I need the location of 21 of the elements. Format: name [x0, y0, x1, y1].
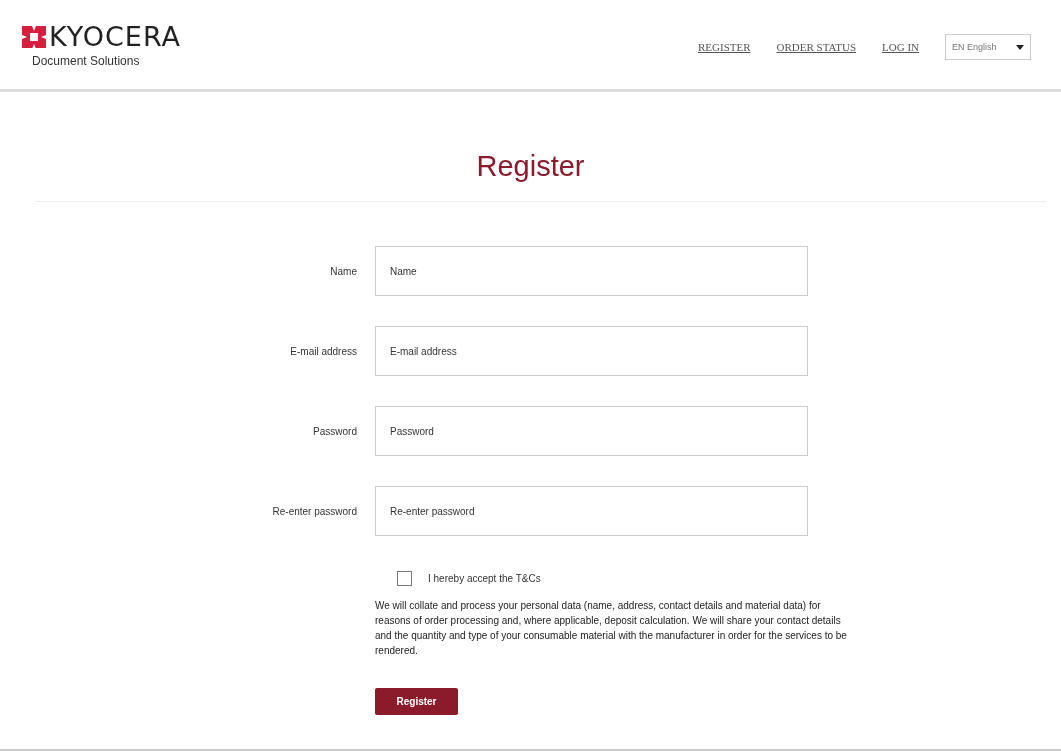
- field-label: Re-enter password: [271, 505, 357, 517]
- page-title: Register: [475, 150, 586, 183]
- input-field[interactable]: Re-enter password: [375, 486, 808, 536]
- input-field[interactable]: Name: [375, 246, 808, 296]
- language-select[interactable]: EN English: [945, 34, 1031, 60]
- logo-tagline: Document Solutions: [32, 54, 141, 68]
- nav-link[interactable]: REGISTER: [697, 41, 751, 53]
- caret-icon: [1016, 44, 1024, 50]
- register-button[interactable]: Register: [375, 688, 458, 715]
- privacy-notice: We will collate and process your personal data (name, address, contact details and material data) for reasons of order processing and, where applicable, deposit calculation. We will share your contact details and the quantity and type of your consumable material with the manufacturer in order for the services to be rendered.: [375, 599, 848, 658]
- field-label: Name: [329, 265, 357, 277]
- nav-link[interactable]: LOG IN: [882, 41, 919, 53]
- field-label: Password: [312, 425, 357, 437]
- nav-link[interactable]: ORDER STATUS: [776, 41, 857, 53]
- logo-icon: [22, 26, 46, 48]
- terms-label: I hereby accept the T&Cs: [428, 573, 541, 584]
- input-field[interactable]: E-mail address: [375, 326, 808, 376]
- checkbox[interactable]: [397, 571, 412, 586]
- field-label: E-mail address: [289, 345, 357, 357]
- brand-name: KYOCERA: [49, 22, 182, 52]
- input-field[interactable]: Password: [375, 406, 808, 456]
